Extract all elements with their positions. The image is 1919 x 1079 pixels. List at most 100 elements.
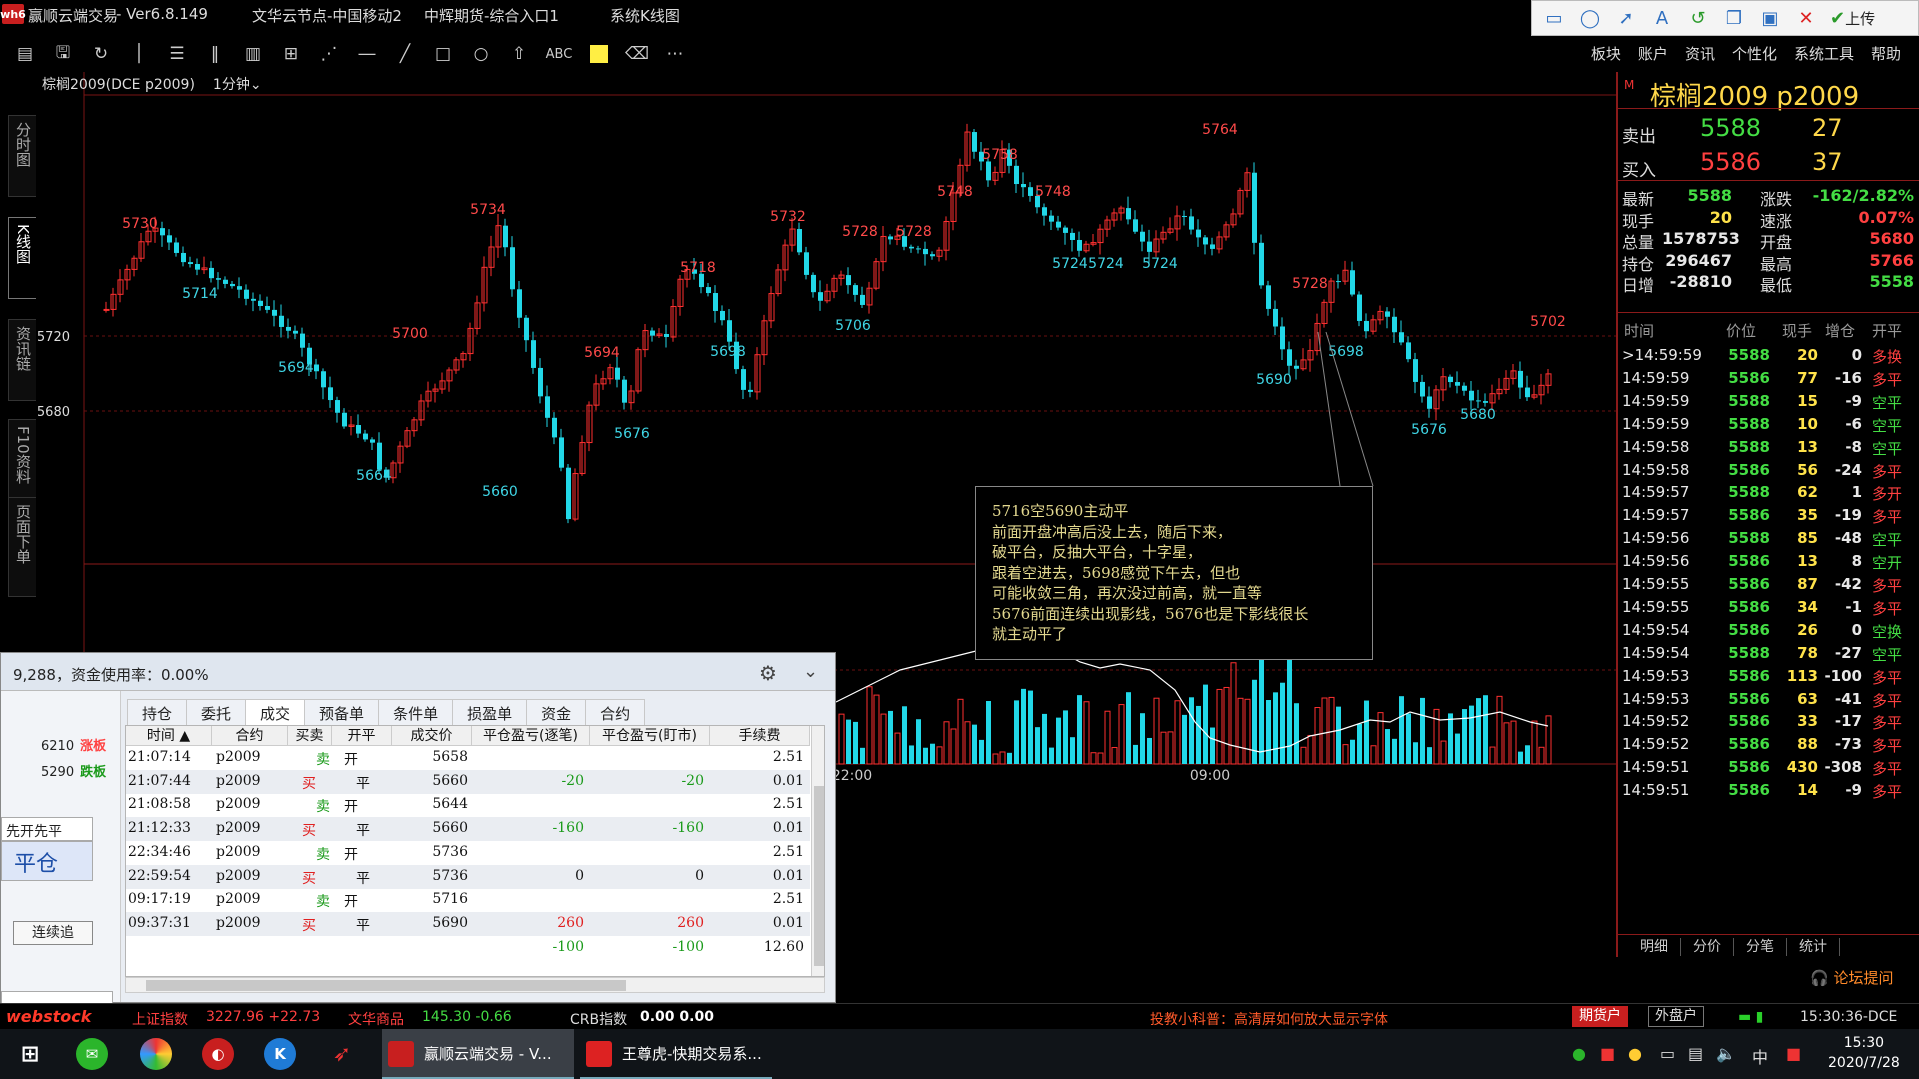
undo-icon[interactable]: ↺ bbox=[1686, 7, 1710, 29]
tick-row[interactable]: 14:59:59 5588 15 -9 空平 bbox=[1622, 392, 1917, 414]
vertical-line-icon[interactable]: │ bbox=[126, 41, 152, 67]
tick-row[interactable]: 14:59:56 5588 85 -48 空平 bbox=[1622, 529, 1917, 551]
menu-personalize[interactable]: 个性化 bbox=[1732, 43, 1777, 64]
eraser-icon[interactable]: ⌫ bbox=[624, 41, 650, 67]
collapse-chevron-icon[interactable]: ⌄ bbox=[803, 661, 818, 682]
index1-name[interactable]: 上证指数 bbox=[132, 1009, 188, 1029]
text-draw-icon[interactable]: A bbox=[1650, 7, 1674, 29]
table-column-header[interactable]: 时间 ▲ bbox=[126, 726, 212, 746]
tab-news-chain[interactable]: 资讯链 bbox=[8, 319, 36, 401]
system-clock[interactable]: 15:30 2020/7/28 bbox=[1828, 1033, 1900, 1073]
tick-row[interactable]: 14:59:57 5588 62 1 多开 bbox=[1622, 483, 1917, 505]
tick-row[interactable]: 14:59:52 5586 88 -73 多平 bbox=[1622, 735, 1917, 757]
tick-row[interactable]: 14:59:59 5586 77 -16 多平 bbox=[1622, 369, 1917, 391]
wechat-icon[interactable]: ✉ bbox=[76, 1038, 108, 1070]
trade-tab[interactable]: 委托 bbox=[186, 699, 247, 726]
chart-contract-title[interactable]: 棕榈2009(DCE p2009) bbox=[42, 74, 195, 94]
tab-kline[interactable]: K线图 bbox=[8, 217, 36, 299]
tray-wechat-icon[interactable]: ● bbox=[1572, 1044, 1586, 1063]
trade-tab[interactable]: 成交 bbox=[245, 699, 306, 726]
ellipse-icon[interactable]: ○ bbox=[468, 41, 494, 67]
refresh-icon[interactable]: ↻ bbox=[88, 41, 114, 67]
menu-tools[interactable]: 系统工具 bbox=[1794, 43, 1854, 64]
tick-row[interactable]: 14:59:58 5586 56 -24 多平 bbox=[1622, 461, 1917, 483]
tick-row[interactable]: 14:59:56 5586 13 8 空开 bbox=[1622, 552, 1917, 574]
trade-tab[interactable]: 合约 bbox=[585, 699, 646, 726]
taskbar-app-kuaiqi[interactable]: 王尊虎-快期交易系... bbox=[580, 1029, 772, 1079]
upload-button[interactable]: ✔ 上传 bbox=[1830, 7, 1875, 29]
fill-row[interactable]: 21:12:33 p2009 买 平 5660 -160 -160 0.01 bbox=[126, 817, 810, 842]
tab-ticks[interactable]: 分笔 bbox=[1734, 938, 1787, 956]
table-column-header[interactable]: 开平 bbox=[332, 726, 392, 746]
continuous-chase-button[interactable]: 连续追 bbox=[13, 921, 93, 945]
table-horizontal-scrollbar[interactable] bbox=[125, 977, 825, 993]
text-tool-button[interactable]: ABC bbox=[544, 41, 574, 67]
order-icon[interactable]: ▤ bbox=[12, 41, 38, 67]
tick-row[interactable]: >14:59:59 5588 20 0 多换 bbox=[1622, 346, 1917, 368]
trade-tab[interactable]: 资金 bbox=[526, 699, 587, 726]
tick-row[interactable]: 14:59:53 5586 63 -41 多平 bbox=[1622, 690, 1917, 712]
period-line-icon[interactable]: ‖ bbox=[202, 41, 228, 67]
tab-timeshare[interactable]: 分时图 bbox=[8, 115, 36, 197]
horizontal-line-icon[interactable]: ― bbox=[354, 41, 380, 67]
fill-row[interactable]: -100 -100 12.60 bbox=[126, 936, 810, 960]
table-column-header[interactable]: 合约 bbox=[212, 726, 288, 746]
up-arrow-icon[interactable]: ⇧ bbox=[506, 41, 532, 67]
fill-row[interactable]: 21:08:58 p2009 卖开 5644 2.51 bbox=[126, 793, 810, 817]
index3-name[interactable]: CRB指数 bbox=[570, 1009, 627, 1029]
trade-tab[interactable]: 预备单 bbox=[304, 699, 380, 726]
fill-row[interactable]: 21:07:44 p2009 买 平 5660 -20 -20 0.01 bbox=[126, 769, 810, 794]
ime-indicator[interactable]: 中 bbox=[1752, 1044, 1768, 1068]
fill-row[interactable]: 21:07:14 p2009 卖开 5658 2.51 bbox=[126, 746, 810, 770]
tick-row[interactable]: 14:59:51 5586 14 -9 多平 bbox=[1622, 781, 1917, 803]
tray-display-icon[interactable]: ▭ bbox=[1660, 1044, 1675, 1063]
kuaiqi-icon[interactable]: ➶ bbox=[326, 1038, 358, 1070]
close-position-button[interactable]: 平仓 bbox=[1, 841, 93, 881]
menu-help[interactable]: 帮助 bbox=[1871, 43, 1901, 64]
save-icon[interactable]: 🖫 bbox=[50, 41, 76, 67]
delete-drawing-icon[interactable]: ✕ bbox=[1794, 7, 1818, 29]
tick-row[interactable]: 14:59:51 5586 430 -308 多平 bbox=[1622, 758, 1917, 780]
channel-icon[interactable]: ▥ bbox=[240, 41, 266, 67]
forum-ask-link[interactable]: 🎧 论坛提问 bbox=[1810, 967, 1893, 988]
tray-app-icon[interactable]: ● bbox=[1628, 1044, 1642, 1063]
fill-row[interactable]: 22:59:54 p2009 买 平 5736 0 0 0.01 bbox=[126, 864, 810, 889]
ellipse-draw-icon[interactable]: ◯ bbox=[1578, 7, 1602, 29]
trade-tab[interactable]: 条件单 bbox=[378, 699, 454, 726]
fill-row[interactable]: 09:37:31 p2009 买 平 5690 260 260 0.01 bbox=[126, 911, 810, 936]
edu-tip-link[interactable]: 投教小科普：高清屏如何放大显示字体 bbox=[1150, 1009, 1388, 1029]
tab-page-order[interactable]: 页面下单 bbox=[8, 497, 36, 597]
table-column-header[interactable]: 买卖 bbox=[288, 726, 332, 746]
k-app-icon[interactable]: K bbox=[264, 1038, 296, 1070]
trade-tab[interactable]: 持仓 bbox=[127, 699, 188, 726]
windows-start-icon[interactable]: ⊞ bbox=[14, 1038, 46, 1070]
table-column-header[interactable]: 平仓盈亏(盯市) bbox=[590, 726, 710, 746]
grid-icon[interactable]: ⊞ bbox=[278, 41, 304, 67]
futures-account-button[interactable]: 期货户 bbox=[1572, 1006, 1628, 1027]
tick-row[interactable]: 14:59:54 5586 26 0 空换 bbox=[1622, 621, 1917, 643]
tick-row[interactable]: 14:59:54 5588 78 -27 空平 bbox=[1622, 644, 1917, 666]
table-column-header[interactable]: 成交价 bbox=[392, 726, 472, 746]
close-rule-select[interactable]: 先开先平 bbox=[1, 817, 93, 841]
taskbar-app-yingshun[interactable]: 赢顺云端交易 - V... bbox=[382, 1029, 574, 1079]
tick-row[interactable]: 14:59:53 5586 113 -100 多平 bbox=[1622, 667, 1917, 689]
gear-icon[interactable]: ⚙ bbox=[759, 661, 777, 685]
browser-icon[interactable] bbox=[140, 1038, 172, 1070]
chart-annotation-note[interactable]: 5716空5690主动平 前面开盘冲高后没上去，随后下来， 破平台，反抽大平台，十字… bbox=[975, 486, 1373, 660]
fib-lines-icon[interactable]: ☰ bbox=[164, 41, 190, 67]
menu-sector[interactable]: 板块 bbox=[1591, 43, 1621, 64]
menu-news[interactable]: 资讯 bbox=[1685, 43, 1715, 64]
table-column-header[interactable]: 手续费 bbox=[710, 726, 810, 746]
index2-name[interactable]: 文华商品 bbox=[348, 1009, 404, 1029]
dashed-line-icon[interactable]: ⋰ bbox=[316, 41, 342, 67]
bid-row[interactable]: 买入 5586 37 bbox=[1622, 148, 1912, 181]
tick-row[interactable]: 14:59:55 5586 87 -42 多平 bbox=[1622, 575, 1917, 597]
ask-row[interactable]: 卖出 5588 27 bbox=[1622, 114, 1912, 147]
arrow-draw-icon[interactable]: ➚ bbox=[1614, 7, 1638, 29]
tab-detail[interactable]: 明细 bbox=[1628, 938, 1681, 956]
tray-s-icon[interactable]: ■ bbox=[1786, 1044, 1801, 1063]
table-vertical-scrollbar[interactable] bbox=[811, 726, 824, 976]
tick-row[interactable]: 14:59:59 5588 10 -6 空平 bbox=[1622, 415, 1917, 437]
tick-row[interactable]: 14:59:52 5586 33 -17 多平 bbox=[1622, 712, 1917, 734]
menu-account[interactable]: 账户 bbox=[1638, 43, 1668, 64]
